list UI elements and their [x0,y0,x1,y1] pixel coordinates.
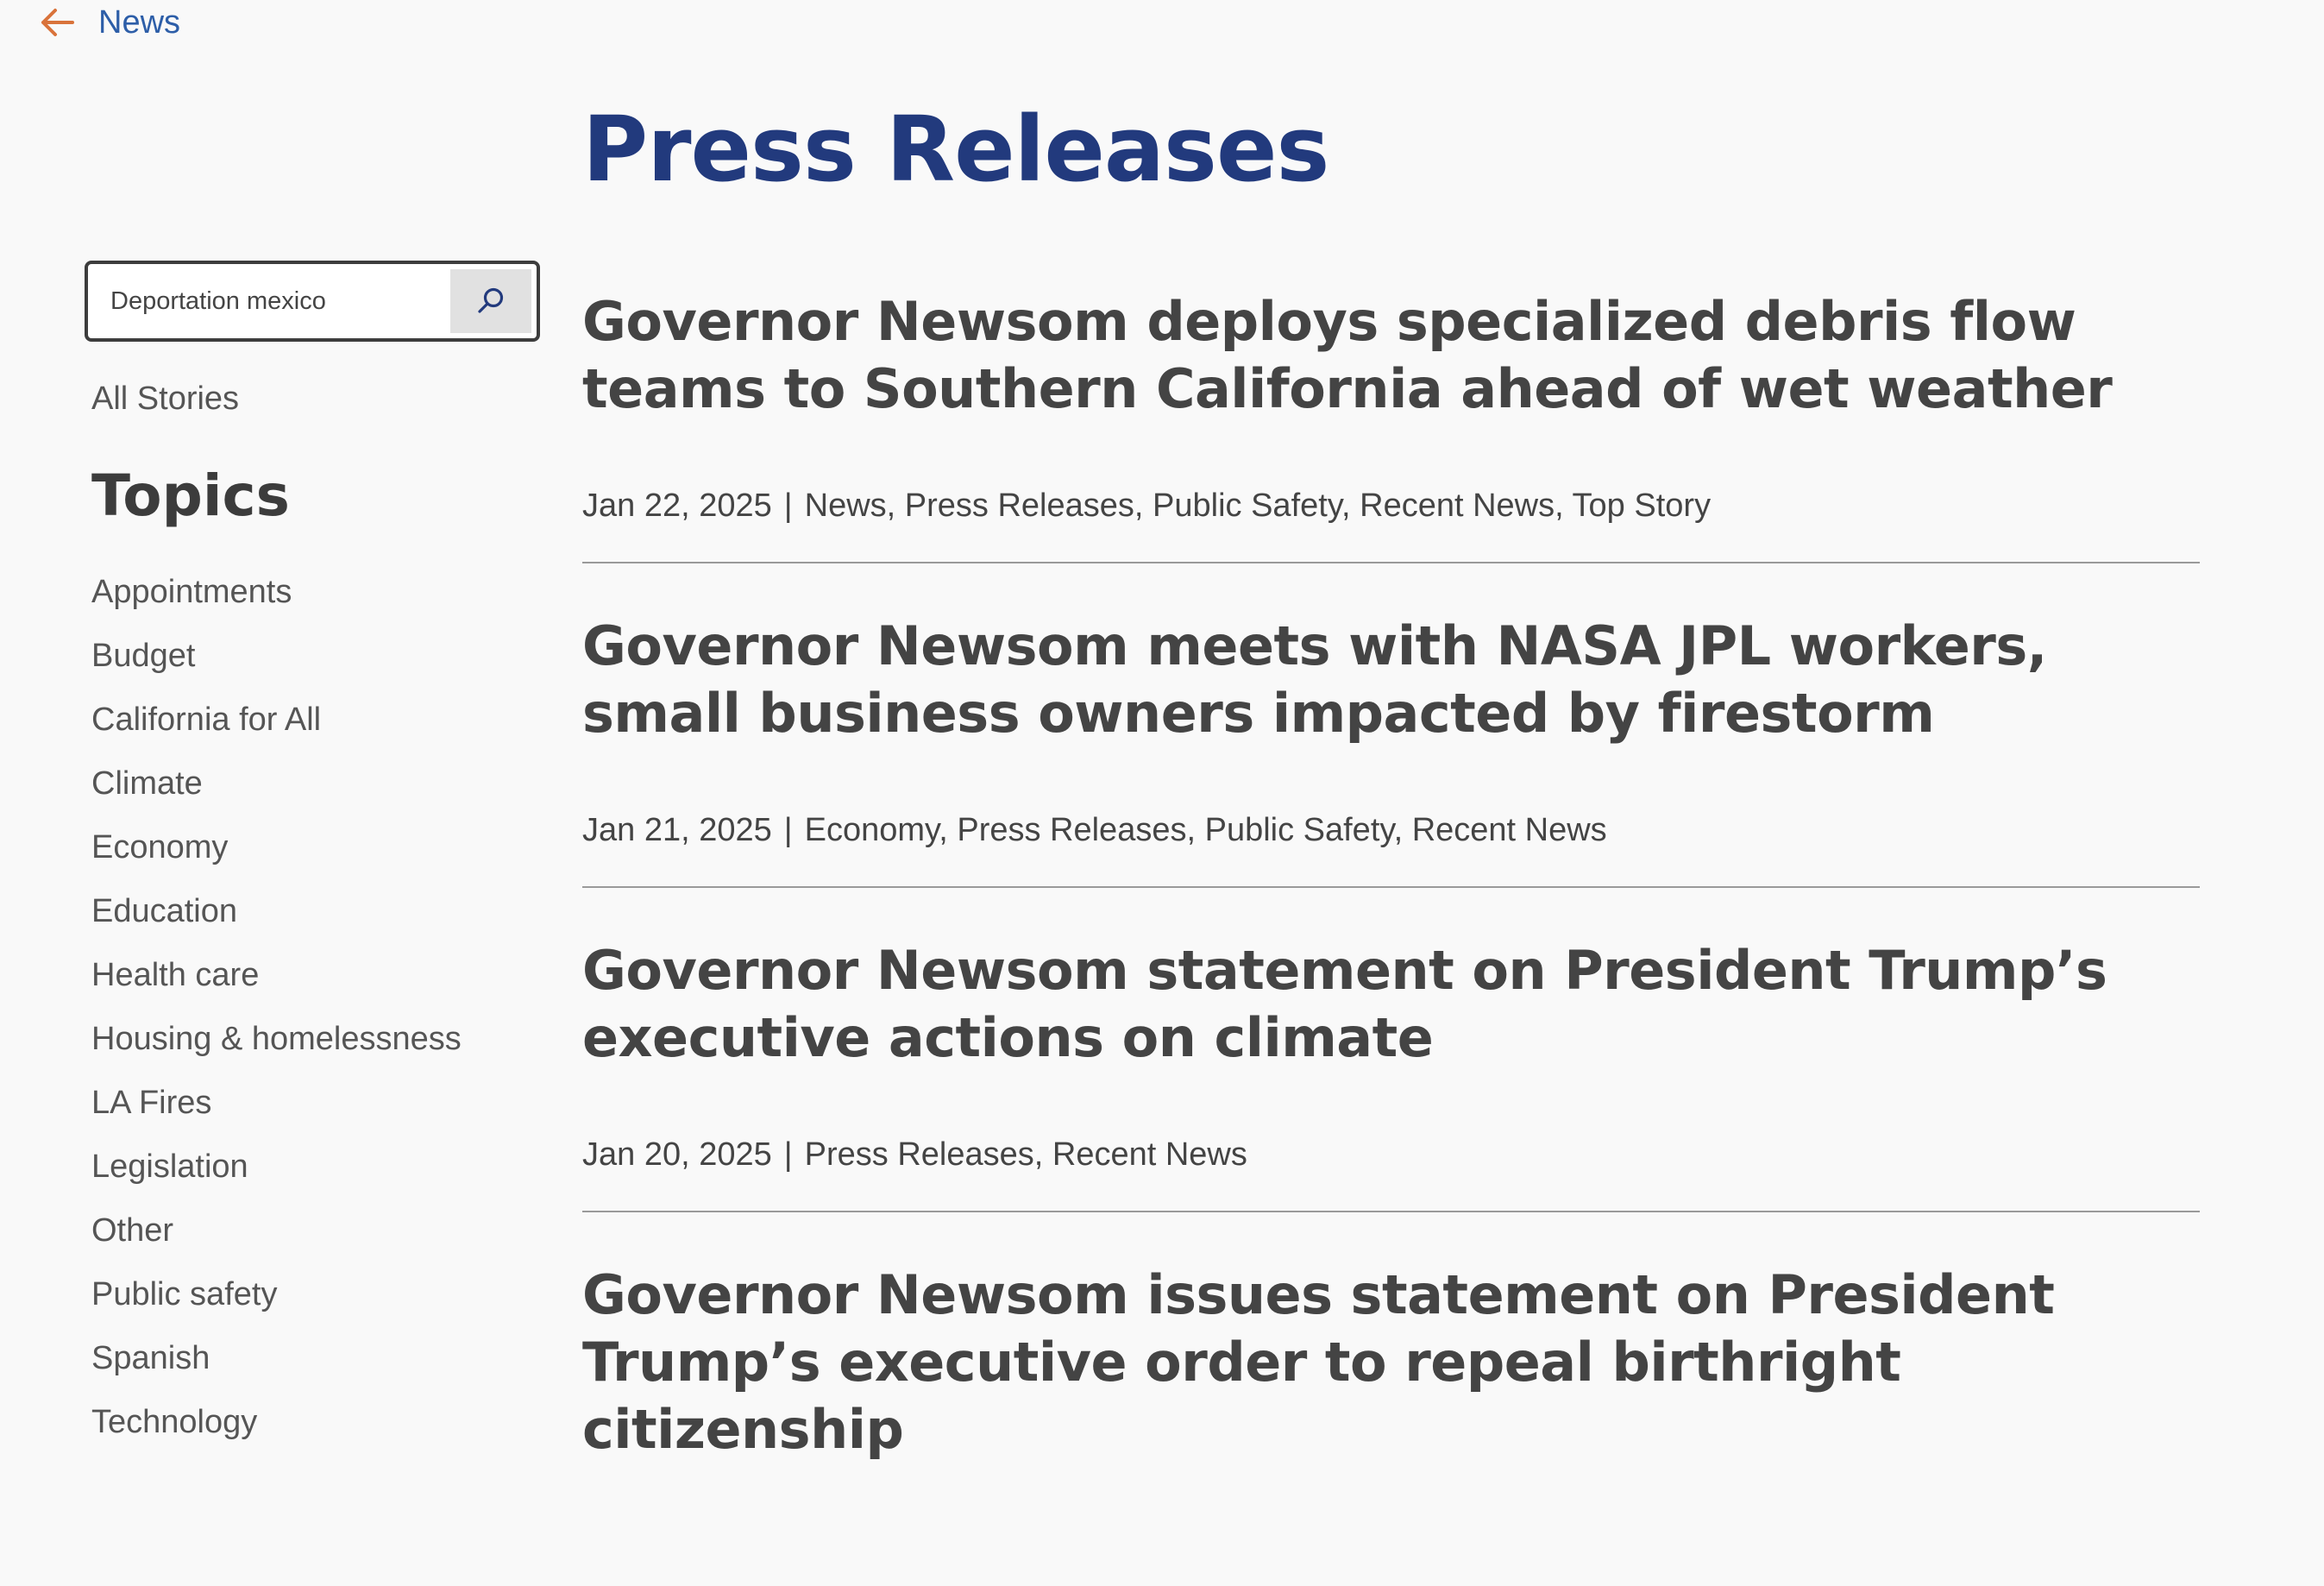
category-separator: , [939,812,958,848]
search-button[interactable] [450,269,531,333]
topic-link-budget[interactable]: Budget [91,632,462,695]
topic-link-other[interactable]: Other [91,1206,462,1270]
topic-link-housing-homelessness[interactable]: Housing & homelessness [91,1015,462,1079]
topic-link-health-care[interactable]: Health care [91,951,462,1015]
article-meta: Jan 20, 2025 | Press Releases, Recent News [582,1134,1247,1175]
all-stories-link[interactable]: All Stories [91,377,239,420]
category-separator: , [1341,488,1360,524]
article-title-link[interactable]: Governor Newsom deploys specialized debr… [582,288,2200,423]
back-to-news-link[interactable]: News [38,3,180,41]
topics-list: Appointments Budget California for All C… [91,568,462,1462]
article-category-link[interactable]: Economy [805,812,939,848]
article-category-link[interactable]: Public Safety [1205,812,1394,848]
arrow-left-icon [38,3,76,41]
meta-separator: | [783,812,793,848]
article-item: Governor Newsom statement on President T… [582,937,2200,1262]
category-separator: , [1186,812,1205,848]
category-separator: , [1555,488,1573,524]
topic-link-appointments[interactable]: Appointments [91,568,462,632]
category-separator: , [886,488,905,524]
article-divider [582,886,2200,888]
topic-link-legislation[interactable]: Legislation [91,1142,462,1206]
article-category-link[interactable]: Press Releases [805,1136,1034,1173]
article-meta: Jan 22, 2025 | News, Press Releases, Publi… [582,485,1711,526]
article-category-link[interactable]: Public Safety [1153,488,1341,524]
topic-link-economy[interactable]: Economy [91,823,462,887]
article-category-link[interactable]: Top Story [1573,488,1712,524]
article-meta: Jan 21, 2025 | Economy, Press Releases, Pu… [582,809,1607,851]
article-date: Jan 20, 2025 [582,1136,772,1173]
topic-link-california-for-all[interactable]: California for All [91,695,462,759]
article-title-link[interactable]: Governor Newsom issues statement on Pres… [582,1262,2200,1463]
article-category-link[interactable]: Recent News [1412,812,1607,848]
topic-link-climate[interactable]: Climate [91,759,462,823]
back-link-label: News [98,4,181,41]
article-category-link[interactable]: Recent News [1052,1136,1247,1173]
category-separator: , [1134,488,1153,524]
topic-link-education[interactable]: Education [91,887,462,951]
article-list: Governor Newsom deploys specialized debr… [582,288,2200,1586]
article-category-link[interactable]: News [805,488,887,524]
topic-link-technology[interactable]: Technology [91,1398,462,1462]
article-divider [582,1211,2200,1212]
topic-link-spanish[interactable]: Spanish [91,1334,462,1398]
article-category-link[interactable]: Recent News [1360,488,1555,524]
article-title-link[interactable]: Governor Newsom statement on President T… [582,937,2200,1072]
article-date: Jan 21, 2025 [582,812,772,848]
search-input[interactable] [93,269,450,333]
topic-link-public-safety[interactable]: Public safety [91,1270,462,1334]
article-item: Governor Newsom issues statement on Pres… [582,1262,2200,1586]
article-item: Governor Newsom deploys specialized debr… [582,288,2200,613]
meta-separator: | [783,488,793,524]
category-separator: , [1033,1136,1052,1173]
search-icon [478,287,504,313]
article-category-link[interactable]: Press Releases [905,488,1134,524]
article-item: Governor Newsom meets with NASA JPL work… [582,613,2200,937]
category-separator: , [1393,812,1412,848]
article-divider [582,562,2200,563]
article-date: Jan 22, 2025 [582,488,772,524]
article-category-link[interactable]: Press Releases [957,812,1186,848]
topic-link-la-fires[interactable]: LA Fires [91,1079,462,1142]
page-title: Press Releases [582,97,1329,202]
article-title-link[interactable]: Governor Newsom meets with NASA JPL work… [582,613,2200,747]
meta-separator: | [783,1136,793,1173]
search-form [85,261,540,342]
topics-heading: Topics [91,463,290,529]
